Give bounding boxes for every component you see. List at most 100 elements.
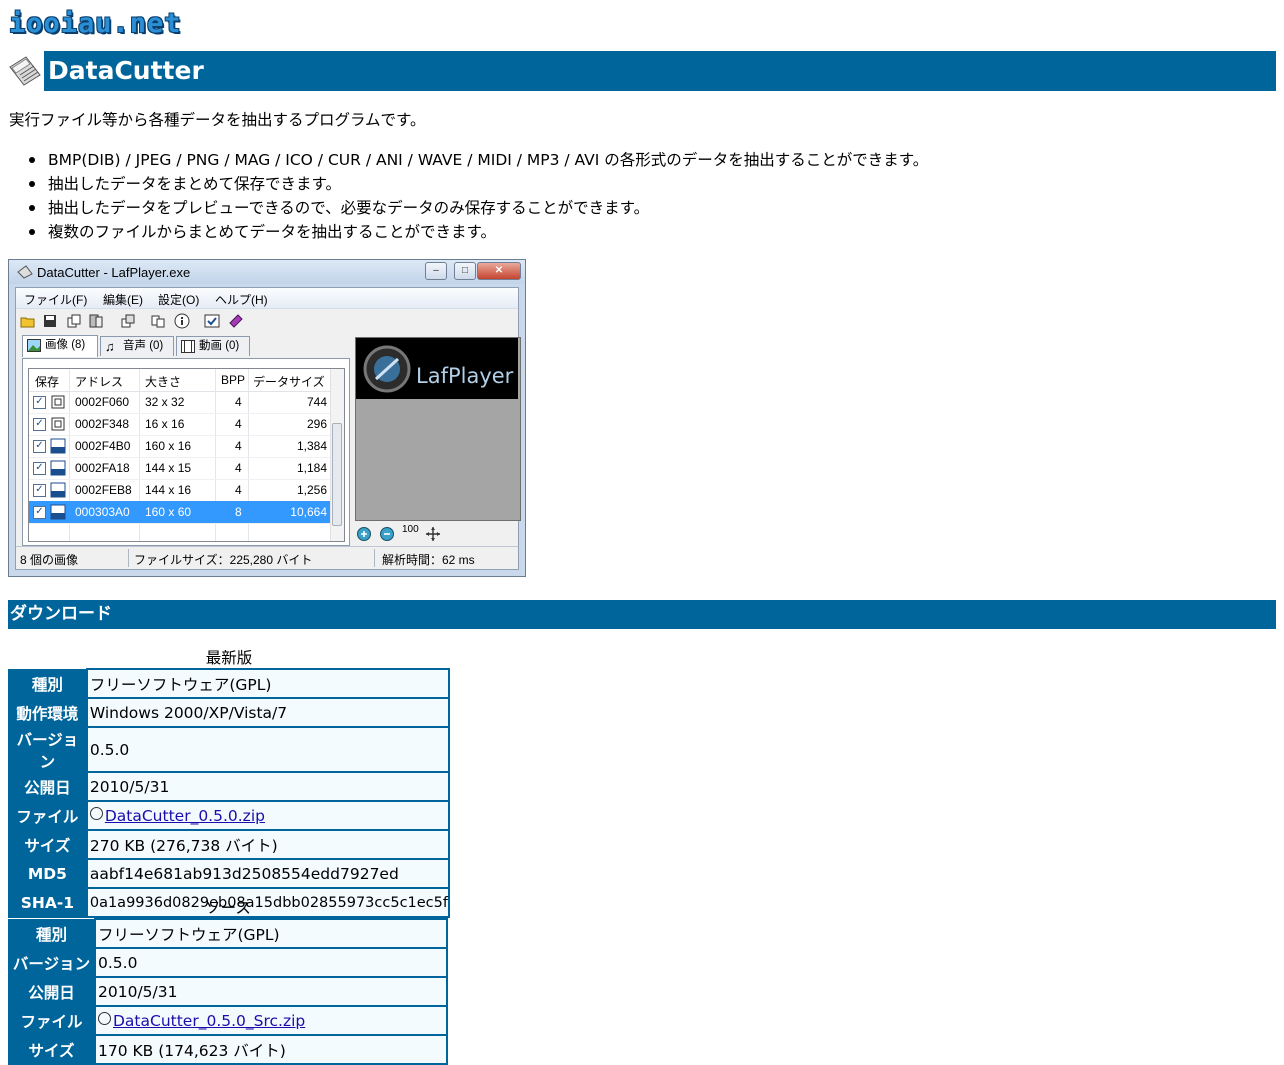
feature-item: BMP(DIB) / JPEG / PNG / MAG / ICO / CUR … [28,148,928,172]
save-checkbox: ✓ [33,506,46,519]
status-separator [374,549,375,567]
info-label: 動作環境 [7,697,88,728]
lafplayer-logo-icon [363,345,411,393]
latest-caption: 最新版 [205,649,253,667]
bmp-icon [50,460,66,476]
preview-image: LafPlayer [356,338,518,399]
info-row: 公開日 2010/5/31 [8,976,448,1007]
feature-item: 抽出したデータをまとめて保存できます。 [28,172,928,196]
bmp-icon [50,504,66,520]
tab-audio: ♫ 音声 (0) [100,336,174,356]
app-screenshot: DataCutter - LafPlayer.exe – □ ✕ ファイル(F)… [8,259,526,577]
bmp-icon [50,482,66,498]
zoom-100-icon: 100 [402,524,419,535]
info-label: ファイル [7,800,88,831]
info-label: バージョン [7,726,88,773]
status-parse-time: 解析時間：62 ms [382,553,475,567]
info-value: DataCutter_0.5.0_Src.zip [94,1005,448,1036]
info-row: MD5 aabf14e681ab913d2508554edd7927ed [7,858,451,889]
table-row: ✓ 0002FEB8 144 x 16 4 1,256 [29,479,331,502]
minimize-icon: – [425,262,447,280]
menu-edit: 編集(E) [103,293,143,307]
cutter-knife-icon [9,56,41,86]
info-label: 公開日 [7,771,88,802]
save-all-icon [89,314,103,328]
info-value: 2010/5/31 [94,976,448,1007]
save-checkbox: ✓ [33,418,46,431]
tab-video: 動画 (0) [176,336,250,356]
info-value: DataCutter_0.5.0.zip [85,800,451,831]
info-row: ファイル DataCutter_0.5.0_Src.zip [8,1005,448,1036]
feature-item: 抽出したデータをプレビューできるので、必要なデータのみ保存することができます。 [28,196,928,220]
info-label: バージョン [8,947,96,978]
info-label: ファイル [8,1005,96,1036]
image-list-panel: 保存 アドレス 大きさ BPP データサイズ ✓ 0002F060 32 x 3… [22,358,350,546]
select-icon [204,314,220,328]
intro-text: 実行ファイル等から各種データを抽出するプログラムです。 [9,111,426,129]
save-checkbox: ✓ [33,396,46,409]
image-icon [27,339,41,352]
column-header-bpp: BPP [221,373,246,387]
download-link-source[interactable]: DataCutter_0.5.0_Src.zip [113,1012,305,1030]
table-row: ✓ 0002F348 16 x 16 4 296 [29,413,331,436]
info-label: 種別 [8,918,96,949]
info-value: 2010/5/31 [85,771,451,802]
preview-pane: LafPlayer [355,337,521,521]
save-icon [44,315,56,327]
info-value: Windows 2000/XP/Vista/7 [85,697,451,728]
info-value: aabf14e681ab913d2508554edd7927ed [85,858,451,889]
info-value: 170 KB (174,623 バイト) [94,1034,448,1065]
info-row: 種別 フリーソフトウェア(GPL) [8,918,448,949]
status-separator [128,549,129,567]
table-row: ✓ 0002F4B0 160 x 16 4 1,384 [29,435,331,458]
close-icon: ✕ [477,262,521,280]
download-link-binary[interactable]: DataCutter_0.5.0.zip [105,807,265,825]
source-caption: ソース [205,899,251,917]
info-label: サイズ [7,829,88,860]
grid-header: 保存 アドレス 大きさ BPP データサイズ [29,369,331,392]
info-row: 種別 フリーソフトウェア(GPL) [7,668,451,699]
app-icon [17,265,33,279]
page-title-row: DataCutter [8,50,1276,91]
preview-logo-text: LafPlayer [416,364,514,388]
download-heading: ダウンロード [8,600,1276,629]
column-header-size: 大きさ [145,375,182,389]
window-titlebar: DataCutter - LafPlayer.exe – □ ✕ [9,260,525,284]
film-icon [181,340,195,353]
bmp-icon [50,438,66,454]
menu-help: ヘルプ(H) [215,293,268,307]
latest-info-table: 種別 フリーソフトウェア(GPL) 動作環境 Windows 2000/XP/Vis… [7,668,451,918]
site-logo[interactable]: iooiau.net [9,8,182,42]
table-row-selected: ✓ 000303A0 160 x 60 8 10,664 [29,501,331,524]
status-bar: 8 個の画像 ファイルサイズ：225,280 バイト 解析時間：62 ms [16,546,518,569]
status-file-size: ファイルサイズ：225,280 バイト [134,553,313,567]
column-header-data-size: データサイズ [253,375,325,389]
scrollbar-thumb [332,423,342,526]
info-label: MD5 [7,858,88,889]
info-label: 種別 [7,668,88,699]
info-value: 0.5.0 [85,726,451,773]
zoom-out-icon [380,527,394,541]
page-title: DataCutter [44,51,1276,91]
save-checkbox: ✓ [33,462,46,475]
download-icon [98,1011,111,1025]
window-body: ファイル(F) 編集(E) 設定(O) ヘルプ(H) 画像 (8) ♫ 音声 (… [15,287,521,570]
save-checkbox: ✓ [33,484,46,497]
table-row: ✓ 0002F060 32 x 32 4 744 [29,391,331,414]
zoom-in-icon [357,527,371,541]
info-row: 公開日 2010/5/31 [7,771,451,802]
menu-file: ファイル(F) [24,293,88,307]
column-header-save: 保存 [35,375,60,389]
maximize-icon: □ [454,262,476,280]
source-info-table: 種別 フリーソフトウェア(GPL) バージョン 0.5.0 公開日 2010/5/31… [8,918,448,1065]
ico-icon [51,417,65,431]
menu-settings: 設定(O) [158,293,200,307]
feature-list: BMP(DIB) / JPEG / PNG / MAG / ICO / CUR … [28,148,928,244]
column-header-address: アドレス [75,375,124,389]
info-icon [174,313,190,329]
info-value: フリーソフトウェア(GPL) [94,918,448,949]
info-label: 公開日 [8,976,96,1007]
info-value: フリーソフトウェア(GPL) [85,668,451,699]
info-value: 0.5.0 [94,947,448,978]
window-title: DataCutter - LafPlayer.exe [37,265,191,280]
